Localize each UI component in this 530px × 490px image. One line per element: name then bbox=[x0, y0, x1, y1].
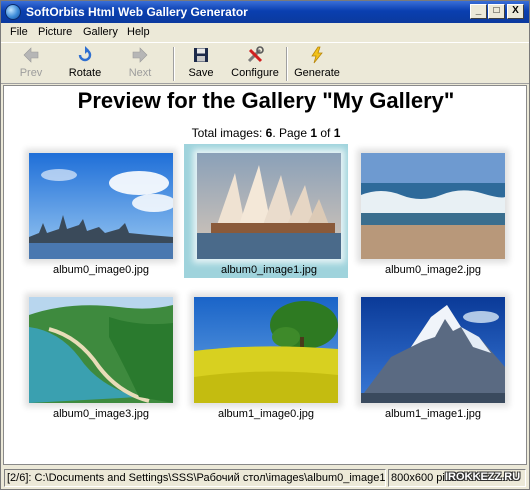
lightning-icon bbox=[311, 46, 323, 64]
generate-button[interactable]: Generate bbox=[293, 46, 341, 82]
next-arrow-icon bbox=[132, 47, 148, 63]
prev-button[interactable]: Prev bbox=[15, 46, 47, 82]
save-button[interactable]: Save bbox=[185, 46, 217, 82]
configure-button[interactable]: Configure bbox=[229, 46, 281, 82]
thumbnail-caption: album0_image1.jpg bbox=[220, 264, 317, 276]
gallery-title: Preview for the Gallery "My Gallery" bbox=[77, 88, 455, 113]
next-button[interactable]: Next bbox=[124, 46, 156, 82]
close-button[interactable]: X bbox=[507, 4, 524, 19]
toolbar-separator bbox=[286, 47, 288, 81]
thumbnail-caption: album0_image2.jpg bbox=[384, 264, 481, 276]
thumbnail-caption: album0_image3.jpg bbox=[52, 408, 149, 420]
gallery-info: Total images: 6. Page 1 of 1 bbox=[4, 126, 526, 140]
window-title: SoftOrbits Html Web Gallery Generator bbox=[26, 5, 248, 19]
toolbar: Prev Rotate Next Save Configure Generate bbox=[1, 42, 529, 84]
menu-bar: File Picture Gallery Help bbox=[1, 23, 529, 42]
watermark-text: IROKKEZZ.RU bbox=[445, 471, 521, 483]
minimize-button[interactable]: _ bbox=[470, 4, 487, 19]
photo-opera-house bbox=[197, 153, 341, 259]
total-prefix: Total images: bbox=[191, 126, 266, 140]
page-of: of bbox=[317, 126, 334, 140]
next-label: Next bbox=[128, 67, 152, 79]
rotate-label: Rotate bbox=[68, 67, 102, 79]
toolbar-separator bbox=[173, 47, 175, 81]
thumbnail-caption: album1_image1.jpg bbox=[384, 408, 481, 420]
menu-picture[interactable]: Picture bbox=[38, 26, 72, 38]
prev-label: Prev bbox=[19, 67, 43, 79]
page-prefix: . Page bbox=[272, 126, 311, 140]
generate-label: Generate bbox=[294, 67, 340, 79]
app-window: SoftOrbits Html Web Gallery Generator _ … bbox=[0, 0, 530, 490]
menu-gallery[interactable]: Gallery bbox=[83, 26, 118, 38]
thumbnail-caption: album0_image0.jpg bbox=[52, 264, 149, 276]
thumbnail[interactable]: album0_image0.jpg bbox=[19, 147, 183, 281]
gallery-preview[interactable]: Preview for the Gallery "My Gallery" Tot… bbox=[3, 85, 527, 465]
maximize-button[interactable]: □ bbox=[488, 4, 505, 19]
prev-arrow-icon bbox=[23, 47, 39, 63]
thumbnail[interactable]: album0_image2.jpg bbox=[351, 147, 515, 281]
thumbnail[interactable]: album1_image0.jpg bbox=[184, 291, 348, 425]
photo-rapeseed-field bbox=[194, 297, 338, 403]
title-bar[interactable]: SoftOrbits Html Web Gallery Generator _ … bbox=[1, 1, 529, 23]
floppy-disk-icon bbox=[194, 48, 208, 62]
configure-label: Configure bbox=[231, 67, 279, 79]
status-file-path: [2/6]: C:\Documents and Settings\SSS\Раб… bbox=[4, 469, 386, 487]
menu-file[interactable]: File bbox=[10, 26, 28, 38]
app-globe-icon[interactable] bbox=[5, 4, 21, 20]
thumbnail[interactable]: album0_image3.jpg bbox=[19, 291, 183, 425]
rotate-icon bbox=[78, 46, 92, 62]
page-count: 1 bbox=[333, 126, 341, 140]
photo-snowy-mountain bbox=[361, 297, 505, 403]
photo-beach-waves bbox=[361, 153, 505, 259]
photo-tropical-bay bbox=[29, 297, 173, 403]
rotate-button[interactable]: Rotate bbox=[65, 46, 105, 82]
thumbnail-caption: album1_image0.jpg bbox=[217, 408, 314, 420]
tools-icon bbox=[247, 46, 264, 63]
thumbnail-selected[interactable]: album0_image1.jpg bbox=[184, 144, 348, 278]
photo-city-skyline bbox=[29, 153, 173, 259]
menu-help[interactable]: Help bbox=[127, 26, 150, 38]
thumbnail[interactable]: album1_image1.jpg bbox=[351, 291, 515, 425]
save-label: Save bbox=[188, 67, 214, 79]
